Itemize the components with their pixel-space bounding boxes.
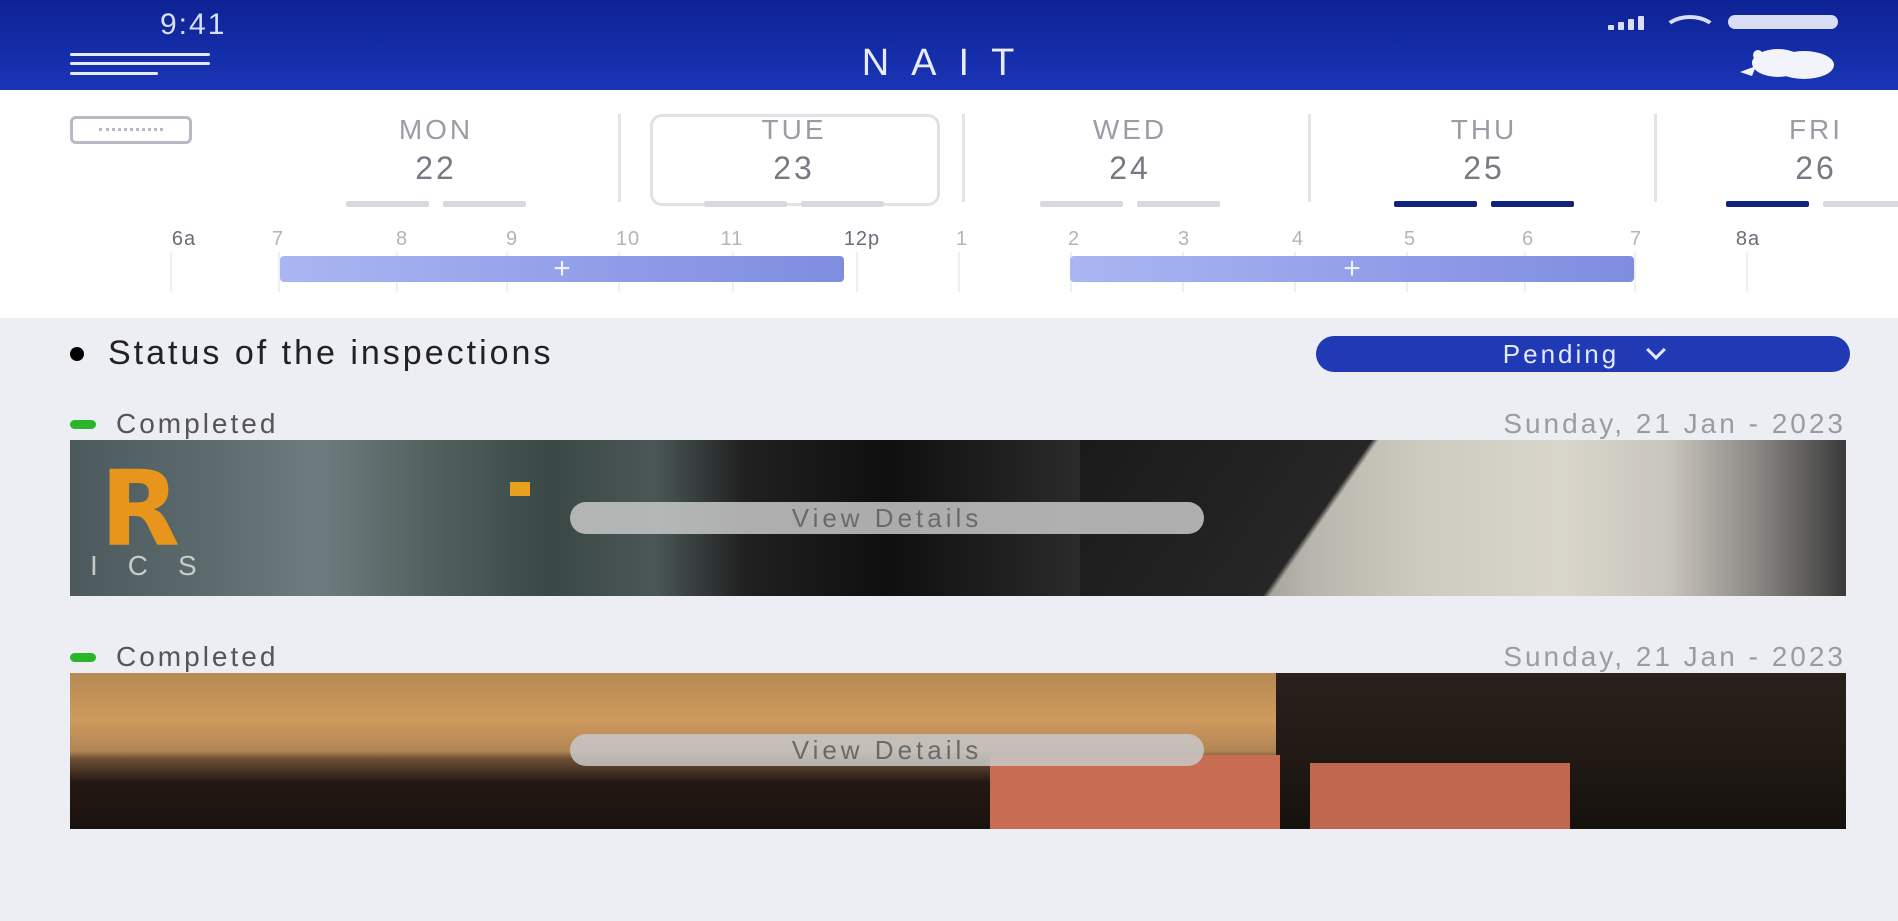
view-details-button[interactable]: View Details — [570, 734, 1204, 766]
add-slot-icon: + — [1343, 252, 1361, 285]
hour-label: 4 — [1291, 228, 1305, 250]
section-title: Status of the inspections — [70, 334, 553, 373]
timeline-tick — [170, 252, 172, 292]
photo-container — [1310, 763, 1570, 829]
day-bars — [346, 201, 526, 207]
bullet-icon — [70, 346, 84, 361]
photo-detail — [510, 482, 530, 496]
battery-icon — [1728, 15, 1838, 29]
day-thu[interactable]: THU 25 — [1394, 114, 1574, 207]
time-slot[interactable]: + — [280, 252, 844, 285]
hour-label: 5 — [1403, 228, 1417, 250]
day-bars — [1726, 201, 1898, 207]
day-wed[interactable]: WED 24 — [1040, 114, 1220, 207]
inspection-card-header: Completed Sunday, 21 Jan - 2023 — [70, 641, 1846, 673]
day-name: FRI — [1788, 114, 1844, 145]
inspection-status: Completed — [70, 408, 278, 440]
hour-label: 1 — [955, 228, 969, 250]
day-name: TUE — [761, 114, 827, 145]
day-number: 23 — [773, 150, 815, 186]
day-tue[interactable]: TUE 23 — [704, 114, 884, 207]
day-number: 22 — [415, 150, 457, 186]
calendar-icon[interactable] — [70, 116, 192, 144]
day-divider — [962, 114, 965, 202]
status-label: Completed — [116, 641, 279, 672]
week-calendar: MON 22 TUE 23 WED 24 THU 25 FRI 26 6a 7 … — [0, 90, 1898, 318]
hour-axis: 6a 7 8 9 10 11 12p 1 2 3 4 5 6 7 8a — [0, 228, 1898, 250]
day-name: MON — [398, 114, 474, 145]
hour-label: 6a — [171, 228, 197, 250]
hour-label: 7 — [1629, 228, 1643, 250]
chat-bubbles-icon[interactable] — [1734, 46, 1844, 80]
hour-label: 8 — [395, 228, 409, 250]
hour-label: 3 — [1177, 228, 1191, 250]
hour-label: 9 — [505, 228, 519, 250]
inspection-status: Completed — [70, 641, 278, 673]
wifi-icon — [1662, 15, 1718, 29]
filter-label: Pending — [1502, 338, 1620, 369]
status-filter-dropdown[interactable]: Pending — [1316, 336, 1850, 372]
section-title-text: Status of the inspections — [108, 334, 554, 372]
time-slot[interactable]: + — [1070, 252, 1634, 285]
day-divider — [1654, 114, 1657, 202]
day-number: 25 — [1463, 150, 1505, 186]
inspection-date: Sunday, 21 Jan - 2023 — [1503, 641, 1846, 672]
day-number: 26 — [1795, 150, 1837, 186]
timeline: + + — [0, 252, 1898, 292]
day-bars — [1394, 201, 1574, 207]
view-details-button[interactable]: View Details — [570, 502, 1204, 534]
status-dot-icon — [70, 652, 96, 662]
day-bars — [1040, 201, 1220, 207]
app-header: 9:41 NAIT — [0, 0, 1898, 90]
hour-label: 6 — [1521, 228, 1535, 250]
hour-label: 11 — [720, 228, 744, 250]
status-dot-icon — [70, 419, 96, 429]
chevron-down-icon — [1646, 340, 1667, 360]
app-brand: NAIT — [861, 42, 1037, 84]
day-number: 24 — [1109, 150, 1151, 186]
hour-label: 12p — [843, 228, 881, 250]
day-divider — [1308, 114, 1311, 202]
hour-label: 10 — [615, 228, 641, 250]
day-divider — [618, 114, 621, 202]
hour-label: 7 — [271, 228, 285, 250]
timeline-tick — [856, 252, 858, 292]
status-icons — [1608, 14, 1838, 30]
inspection-date: Sunday, 21 Jan - 2023 — [1503, 408, 1846, 439]
photo-container — [990, 755, 1280, 829]
timeline-tick — [1634, 252, 1636, 292]
day-name: WED — [1092, 114, 1168, 145]
inspection-card-header: Completed Sunday, 21 Jan - 2023 — [70, 408, 1846, 440]
photo-sign-subtext: ICS — [90, 550, 227, 581]
hour-label: 2 — [1067, 228, 1081, 250]
timeline-tick — [1746, 252, 1748, 292]
day-fri[interactable]: FRI 26 — [1726, 114, 1898, 207]
add-slot-icon: + — [553, 252, 571, 285]
timeline-tick — [958, 252, 960, 292]
hour-label: 8a — [1735, 228, 1761, 250]
day-name: THU — [1450, 114, 1518, 145]
signal-icon — [1608, 14, 1644, 30]
day-bars — [704, 201, 884, 207]
status-time: 9:41 — [160, 8, 227, 41]
day-mon[interactable]: MON 22 — [346, 114, 526, 207]
status-label: Completed — [116, 408, 279, 439]
